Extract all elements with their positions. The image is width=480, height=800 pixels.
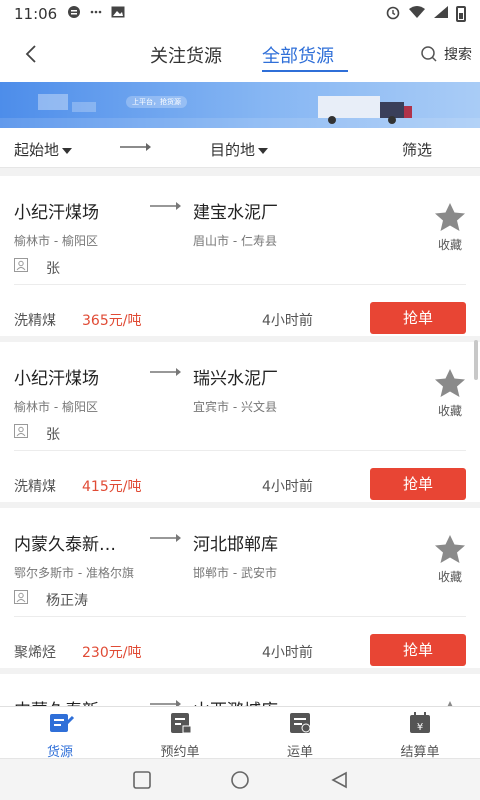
home-icon[interactable]	[230, 770, 250, 790]
origin-name: 内蒙久泰新…	[14, 535, 116, 555]
nav-item-settlement[interactable]: ¥ 结算单	[375, 711, 465, 760]
image-icon	[111, 6, 125, 22]
back-triangle-icon[interactable]	[330, 770, 350, 790]
favorite-button[interactable]: 收藏	[432, 368, 468, 419]
favorite-label: 收藏	[437, 404, 462, 418]
battery-icon	[456, 6, 466, 22]
top-header: 关注货源 全部货源 搜索	[0, 28, 480, 82]
route-arrow-icon	[150, 700, 181, 706]
route-arrow-icon	[150, 202, 181, 210]
destination-filter[interactable]: 目的地	[210, 139, 269, 160]
destination-name: 瑞兴水泥厂	[193, 369, 278, 389]
promo-banner[interactable]: 上平台，抢货源	[0, 82, 480, 128]
cargo-card[interactable]: 内蒙久泰新… 山西潞城库	[0, 674, 480, 706]
card-divider	[14, 616, 466, 617]
favorite-label: 收藏	[437, 570, 462, 584]
grab-order-button[interactable]: 抢单	[370, 634, 466, 666]
route-arrow-icon	[150, 368, 181, 376]
cargo-list[interactable]: 小纪汗煤场 建宝水泥厂 榆林市 - 榆阳区 眉山市 - 仁寿县 张 收藏 洗精煤…	[0, 168, 480, 706]
nav-item-cargo[interactable]: 货源	[15, 711, 105, 760]
destination-filter-label: 目的地	[210, 141, 256, 159]
chat-icon	[67, 5, 81, 23]
caret-down-icon	[258, 147, 269, 154]
route-arrow-icon	[150, 534, 181, 542]
active-tab-indicator	[262, 70, 348, 72]
reservation-icon	[171, 713, 192, 734]
cargo-card[interactable]: 小纪汗煤场 建宝水泥厂 榆林市 - 榆阳区 眉山市 - 仁寿县 张 收藏 洗精煤…	[0, 176, 480, 336]
star-icon	[435, 203, 465, 231]
route-arrow-icon	[120, 143, 151, 151]
cargo-type: 洗精煤	[14, 479, 56, 495]
posted-time: 4小时前	[262, 645, 313, 661]
favorite-button[interactable]: 收藏	[432, 202, 468, 253]
list-scrollbar[interactable]	[474, 340, 478, 380]
waybill-icon	[290, 713, 311, 733]
back-button[interactable]	[18, 40, 46, 68]
origin-filter[interactable]: 起始地	[14, 139, 73, 160]
truck-icon	[318, 96, 412, 124]
grab-order-button[interactable]: 抢单	[370, 302, 466, 334]
cargo-icon	[50, 714, 75, 732]
contact-name: 张	[46, 427, 60, 443]
screen-filter-button[interactable]: 筛选	[402, 139, 432, 160]
bottom-nav: 货源 预约单 运单 ¥ 结算单	[0, 706, 480, 760]
cargo-card[interactable]: 内蒙久泰新… 河北邯郸库 鄂尔多斯市 - 准格尔旗 邯郸市 - 武安市 杨正涛 …	[0, 508, 480, 668]
origin-name: 小纪汗煤场	[14, 203, 99, 223]
cargo-price: 415元/吨	[82, 479, 142, 495]
system-nav-bar	[0, 758, 480, 800]
card-divider	[14, 284, 466, 285]
tab-all-cargo[interactable]: 全部货源	[262, 42, 334, 68]
alarm-icon	[385, 4, 401, 24]
wifi-icon	[408, 5, 426, 23]
favorite-label: 收藏	[437, 238, 462, 252]
destination-name: 建宝水泥厂	[193, 203, 278, 223]
cargo-price: 230元/吨	[82, 645, 142, 661]
search-label: 搜索	[444, 47, 472, 63]
caret-down-icon	[62, 147, 73, 154]
favorite-button[interactable]: 收藏	[432, 534, 468, 585]
origin-name: 小纪汗煤场	[14, 369, 99, 389]
destination-name: 山西潞城库	[193, 696, 278, 706]
destination-name: 河北邯郸库	[193, 535, 278, 555]
posted-time: 4小时前	[262, 479, 313, 495]
cargo-type: 洗精煤	[14, 313, 56, 329]
cargo-price: 365元/吨	[82, 313, 142, 329]
banner-text: 上平台，抢货源	[126, 96, 187, 108]
search-button[interactable]: 搜索	[420, 44, 472, 64]
contact-icon	[14, 258, 28, 272]
contact-name: 张	[46, 261, 60, 277]
settlement-icon: ¥	[410, 712, 430, 733]
origin-region: 鄂尔多斯市 - 准格尔旗	[14, 566, 134, 580]
search-icon	[421, 46, 437, 62]
grab-order-button[interactable]: 抢单	[370, 468, 466, 500]
card-divider	[14, 450, 466, 451]
origin-region: 榆林市 - 榆阳区	[14, 400, 98, 414]
cargo-type: 聚烯烃	[14, 645, 56, 661]
cargo-card[interactable]: 小纪汗煤场 瑞兴水泥厂 榆林市 - 榆阳区 宜宾市 - 兴文县 张 收藏 洗精煤…	[0, 342, 480, 502]
contact-icon	[14, 590, 28, 604]
recent-apps-icon[interactable]	[132, 770, 152, 790]
status-time: 11:06	[14, 5, 58, 23]
contact-name: 杨正涛	[46, 593, 88, 609]
origin-region: 榆林市 - 榆阳区	[14, 234, 98, 248]
status-bar: 11:06	[0, 0, 480, 28]
signal-icon	[433, 5, 449, 23]
svg-text:¥: ¥	[417, 722, 423, 733]
dots-icon	[89, 5, 103, 23]
nav-item-waybill[interactable]: 运单	[255, 711, 345, 760]
nav-item-reservation[interactable]: 预约单	[135, 711, 225, 760]
posted-time: 4小时前	[262, 313, 313, 329]
app-root: 11:06 关注货源 全部货源 搜索 上平台，抢货源 起始地 目的地 筛选 小纪…	[0, 0, 480, 800]
destination-region: 宜宾市 - 兴文县	[193, 400, 277, 414]
tab-follow-cargo[interactable]: 关注货源	[150, 42, 222, 68]
contact-icon	[14, 424, 28, 438]
destination-region: 邯郸市 - 武安市	[193, 566, 277, 580]
filter-bar: 起始地 目的地 筛选	[0, 128, 480, 168]
star-icon	[435, 369, 465, 397]
origin-name: 内蒙久泰新…	[14, 696, 142, 706]
star-icon	[435, 535, 465, 563]
back-arrow-icon	[25, 45, 36, 63]
origin-filter-label: 起始地	[14, 141, 60, 159]
destination-region: 眉山市 - 仁寿县	[193, 234, 277, 248]
